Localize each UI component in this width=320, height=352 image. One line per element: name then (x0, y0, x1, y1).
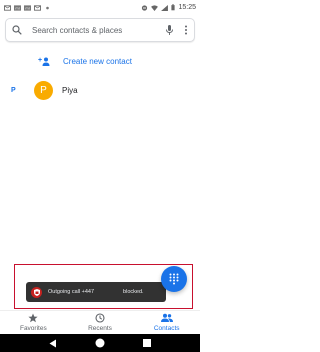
tab-favorites[interactable]: Favorites (0, 311, 67, 334)
svg-text:mi: mi (15, 5, 19, 10)
overview-square-icon (142, 339, 151, 347)
tab-recents-label: Recents (88, 325, 112, 332)
wifi-icon (151, 4, 159, 11)
dot-notification-icon (46, 6, 49, 9)
star-icon (28, 313, 38, 323)
svg-text:mi: mi (25, 5, 29, 10)
status-bar: mi mi 15:25 (0, 0, 200, 15)
mi-notification-icon: mi (14, 4, 21, 11)
svg-text:+: + (38, 57, 42, 64)
dialpad-fab-button[interactable] (161, 266, 187, 292)
tab-contacts[interactable]: Contacts (133, 311, 200, 334)
battery-icon (171, 4, 176, 11)
blocked-shield-icon (31, 286, 42, 298)
tab-recents[interactable]: Recents (67, 311, 134, 334)
back-triangle-icon (49, 339, 57, 347)
bottom-navigation: Favorites Recents Contacts (0, 310, 200, 334)
tab-favorites-label: Favorites (19, 325, 47, 332)
dialpad-icon (169, 273, 179, 285)
search-icon (12, 25, 22, 35)
contact-list-item[interactable]: P Piya (34, 79, 184, 101)
avatar: P (34, 80, 53, 100)
notification-icons: mi mi (4, 4, 51, 11)
mic-icon[interactable] (165, 25, 174, 35)
section-letter: P (11, 87, 16, 94)
clock-time: 15:25 (178, 4, 196, 11)
do-not-disturb-icon (142, 4, 148, 11)
mail-notification-icon (4, 4, 11, 11)
contact-name: Piya (62, 85, 78, 95)
home-button[interactable] (95, 338, 105, 348)
mi-notification-icon: mi (24, 4, 31, 11)
back-button[interactable] (48, 338, 58, 348)
mail-notification-icon (34, 4, 41, 11)
snackbar: Outgoing call +447 blocked. (26, 282, 166, 302)
clock-icon (95, 313, 105, 323)
system-navigation-bar (0, 334, 200, 352)
person-add-icon: + (38, 57, 50, 66)
signal-icon (161, 4, 169, 11)
search-input[interactable] (32, 25, 165, 35)
create-new-contact-label: Create new contact (63, 57, 132, 66)
home-circle-icon (95, 338, 105, 348)
system-status: 15:25 (141, 4, 196, 11)
snackbar-message: Outgoing call +447 blocked. (48, 289, 144, 295)
search-bar[interactable] (5, 18, 195, 42)
more-vert-icon[interactable] (184, 25, 188, 35)
tab-contacts-label: Contacts (153, 325, 180, 332)
people-icon (160, 313, 173, 322)
recents-overview-button[interactable] (142, 338, 152, 348)
